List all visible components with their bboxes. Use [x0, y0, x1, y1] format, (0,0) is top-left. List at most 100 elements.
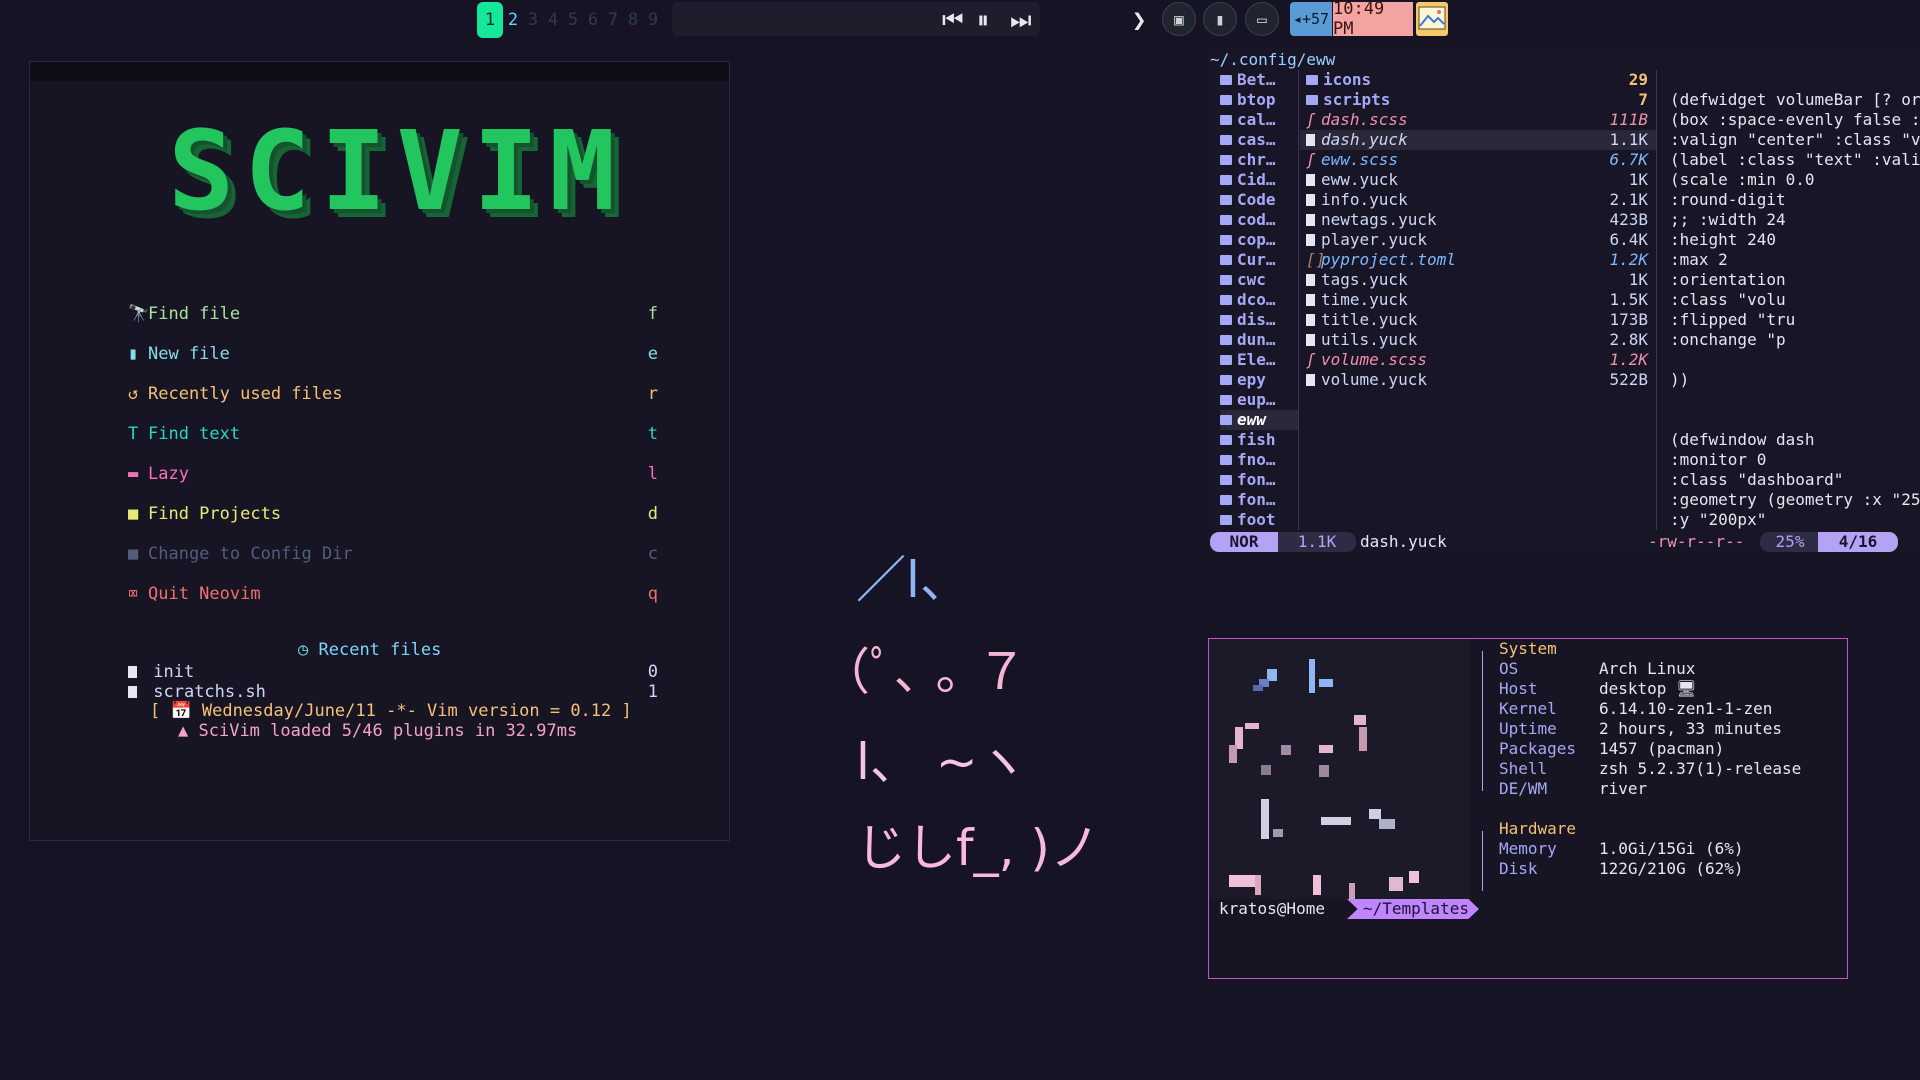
parent-dir-item[interactable]: cop… — [1220, 230, 1298, 250]
clock[interactable]: 10:49 PM — [1333, 0, 1413, 39]
parent-dir-item[interactable]: btop — [1220, 90, 1298, 110]
file-entry[interactable]: ʃ dash.scss 111B — [1300, 110, 1656, 130]
workspace-7[interactable]: 7 — [603, 10, 623, 30]
workspace-1[interactable]: 1 — [477, 2, 503, 38]
parent-dir-item[interactable]: cal… — [1220, 110, 1298, 130]
menu-item-find-projects[interactable]: ■ Find Projects d — [128, 494, 658, 534]
file-entry[interactable]: title.yuck 173B — [1300, 310, 1656, 330]
folder-icon — [1220, 495, 1232, 505]
parent-dir-item[interactable]: cod… — [1220, 210, 1298, 230]
parent-dir-item[interactable]: Code — [1220, 190, 1298, 210]
file-manager-statusbar: NOR 1.1K dash.yuck -rw-r--r-- 25% 4/16 — [1208, 532, 1908, 552]
info-row: Uptime 2 hours, 33 minutes — [1499, 719, 1782, 739]
logo-pixel — [1369, 809, 1381, 819]
parent-dir-name: cop… — [1237, 230, 1276, 249]
folder-icon — [1220, 335, 1232, 345]
shell-prompt[interactable]: kratos@Home ~/Templates — [1219, 899, 1479, 919]
info-value: zsh 5.2.37(1)-release — [1599, 759, 1802, 778]
parent-dir-item[interactable]: foot — [1220, 510, 1298, 530]
menu-item-quit-neovim[interactable]: ⌧ Quit Neovim q — [128, 574, 658, 614]
logo-pixel — [1229, 745, 1237, 763]
preview-line: :height 240 — [1670, 230, 1776, 249]
monitor-icon[interactable]: ▭ — [1245, 2, 1279, 36]
recent-file-name: scratchs.sh — [153, 682, 266, 702]
file-entry[interactable]: ʃ volume.scss 1.2K — [1300, 350, 1656, 370]
file-entry[interactable]: time.yuck 1.5K — [1300, 290, 1656, 310]
parent-dir-item[interactable]: fon… — [1220, 490, 1298, 510]
dashboard-plugins-line: ▲ SciVim loaded 5/46 plugins in 32.97ms — [178, 721, 577, 741]
parent-dir-item[interactable]: eww — [1220, 410, 1298, 430]
file-entry[interactable]: ʃ eww.scss 6.7K — [1300, 150, 1656, 170]
file-entry[interactable]: info.yuck 2.1K — [1300, 190, 1656, 210]
chevron-right-icon[interactable]: ❯ — [1132, 6, 1146, 34]
entry-name: tags.yuck — [1321, 270, 1408, 289]
recent-file-index: 0 — [647, 662, 658, 682]
workspace-8[interactable]: 8 — [623, 10, 643, 30]
menu-item-label: Change to Config Dir — [148, 544, 353, 564]
menu-item-new-file[interactable]: ▮ New file e — [128, 334, 658, 374]
workspace-5[interactable]: 5 — [563, 10, 583, 30]
parent-dir-item[interactable]: Ele… — [1220, 350, 1298, 370]
preview-line: )) — [1670, 370, 1690, 389]
directory-entry[interactable]: icons 29 — [1300, 70, 1656, 90]
info-row: Memory 1.0Gi/15Gi (6%) — [1499, 839, 1744, 859]
file-entry[interactable]: tags.yuck 1K — [1300, 270, 1656, 290]
workspace-9[interactable]: 9 — [643, 10, 663, 30]
workspace-2[interactable]: 2 — [503, 10, 523, 30]
file-icon — [1306, 174, 1315, 186]
workspace-4[interactable]: 4 — [543, 10, 563, 30]
cursor-position: 4/16 — [1818, 532, 1898, 552]
terminal-window[interactable]: System OS Arch Linux Host desktop 🖥 Kernel 6.1… — [1208, 638, 1848, 979]
menu-item-recently-used-files[interactable]: ↺ Recently used files r — [128, 374, 658, 414]
parent-dir-item[interactable]: cwc — [1220, 270, 1298, 290]
parent-dir-item[interactable]: dco… — [1220, 290, 1298, 310]
speaker-icon: ◂ — [1292, 10, 1302, 28]
file-entry[interactable]: dash.yuck 1.1K — [1300, 130, 1656, 150]
workspace-3[interactable]: 3 — [523, 10, 543, 30]
menu-item-find-text[interactable]: T Find text t — [128, 414, 658, 454]
volume-indicator[interactable]: ◂ +57 — [1290, 2, 1332, 36]
parent-dir-item[interactable]: cas… — [1220, 130, 1298, 150]
parent-dir-item[interactable]: epy — [1220, 370, 1298, 390]
info-value: 122G/210G (62%) — [1599, 859, 1744, 878]
file-entry[interactable]: utils.yuck 2.8K — [1300, 330, 1656, 350]
parent-dir-item[interactable]: fon… — [1220, 470, 1298, 490]
folder-icon — [1220, 155, 1232, 165]
battery-icon[interactable]: ▮ — [1203, 2, 1237, 36]
menu-item-change-to-config-dir[interactable]: ■ Change to Config Dir c — [128, 534, 658, 574]
prev-icon[interactable]: ⏮ — [942, 8, 964, 32]
file-entry[interactable]: volume.yuck 522B — [1300, 370, 1656, 390]
logo-pixel — [1253, 685, 1263, 691]
file-entry[interactable]: []pyproject.toml 1.2K — [1300, 250, 1656, 270]
file-manager-window[interactable]: ~/.config/eww Bet… btop cal… cas… chr… Cid… Co… — [1208, 48, 1920, 554]
info-key: Memory — [1499, 839, 1557, 858]
file-icon — [1306, 214, 1315, 226]
menu-item-key: f — [647, 304, 658, 324]
parent-dir-item[interactable]: dun… — [1220, 330, 1298, 350]
parent-dir-item[interactable]: fno… — [1220, 450, 1298, 470]
wallpaper-icon[interactable] — [1416, 2, 1448, 36]
parent-dir-item[interactable]: fish — [1220, 430, 1298, 450]
menu-item-find-file[interactable]: 🔭Find file f — [128, 294, 658, 334]
parent-dir-item[interactable]: Bet… — [1220, 70, 1298, 90]
recent-file[interactable]: scratchs.sh 1 — [128, 682, 658, 702]
pause-icon[interactable]: ⏸ — [977, 8, 989, 32]
file-entry[interactable]: newtags.yuck 423B — [1300, 210, 1656, 230]
menu-item-lazy[interactable]: ▬ Lazy l — [128, 454, 658, 494]
parent-dir-item[interactable]: Cur… — [1220, 250, 1298, 270]
workspace-6[interactable]: 6 — [583, 10, 603, 30]
entry-size: 1K — [1628, 270, 1648, 289]
neovim-window[interactable]: SCIVIM 🔭Find file f ▮ New file e ↺ Recently us… — [29, 61, 730, 841]
next-icon[interactable]: ⏭ — [1010, 8, 1032, 32]
file-entry[interactable]: player.yuck 6.4K — [1300, 230, 1656, 250]
parent-dir-item[interactable]: Cid… — [1220, 170, 1298, 190]
recent-file[interactable]: init 0 — [128, 662, 658, 682]
parent-dir-item[interactable]: dis… — [1220, 310, 1298, 330]
parent-dir-item[interactable]: eup… — [1220, 390, 1298, 410]
cpu-icon[interactable]: ▣ — [1162, 2, 1196, 36]
file-entry[interactable]: eww.yuck 1K — [1300, 170, 1656, 190]
directory-entry[interactable]: scripts 7 — [1300, 90, 1656, 110]
entry-name: pyproject.toml — [1321, 250, 1456, 269]
preview-line: (defwidget volumeBar [? orient] — [1670, 90, 1920, 109]
parent-dir-item[interactable]: chr… — [1220, 150, 1298, 170]
